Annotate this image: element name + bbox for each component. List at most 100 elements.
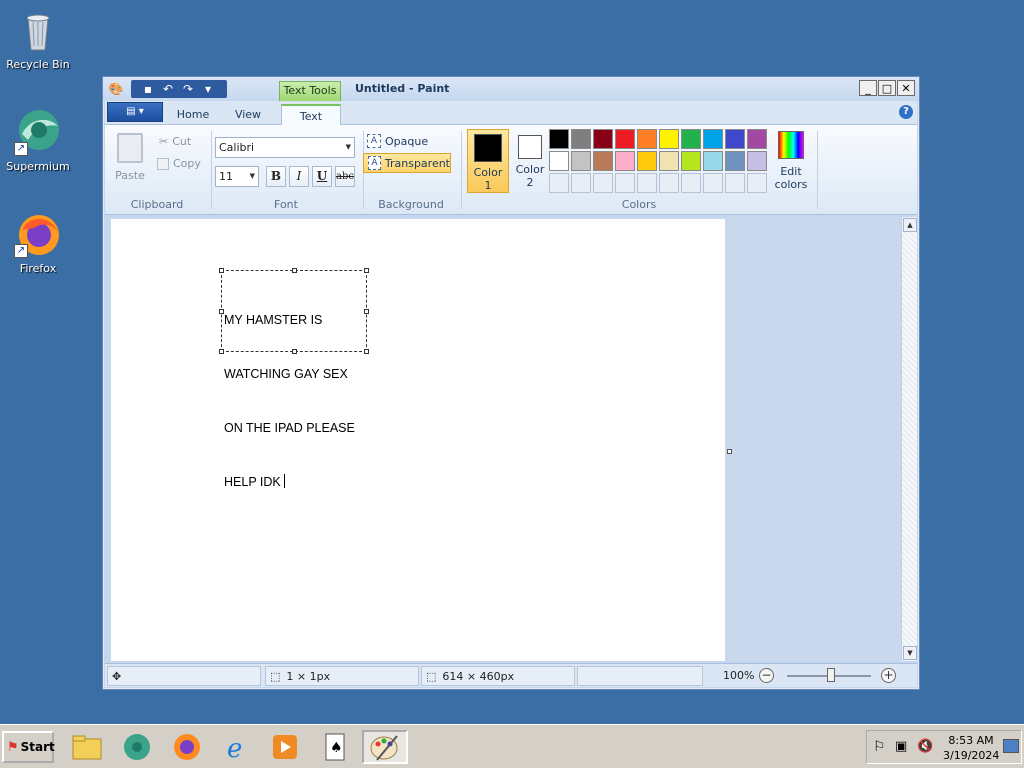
resize-handle[interactable] bbox=[219, 268, 224, 273]
scroll-up-arrow-icon[interactable]: ▲ bbox=[903, 218, 917, 232]
network-icon[interactable]: ▣ bbox=[895, 739, 907, 754]
minimize-button[interactable]: _ bbox=[859, 80, 877, 96]
canvas-size-cell: ⬚ 614 × 460px bbox=[421, 666, 575, 686]
clock-time: 8:53 AM bbox=[948, 734, 994, 747]
ribbon: Paste ✂ Cut Copy Clipboard Font Calibri … bbox=[105, 125, 917, 215]
show-desktop-icon[interactable] bbox=[1003, 739, 1019, 753]
svg-text:♠: ♠ bbox=[330, 740, 343, 756]
bold-button[interactable]: B bbox=[266, 166, 286, 187]
redo-icon[interactable]: ↷ bbox=[179, 80, 197, 98]
font-group-label: Font bbox=[274, 198, 298, 211]
italic-button[interactable]: I bbox=[289, 166, 309, 187]
resize-handle[interactable] bbox=[292, 268, 297, 273]
explorer-taskbar-icon[interactable] bbox=[70, 730, 104, 764]
resize-handle[interactable] bbox=[364, 309, 369, 314]
ribbon-tabs: ▤ ▾ Home View Text ? bbox=[105, 101, 917, 125]
selection-size: 1 × 1px bbox=[286, 669, 331, 683]
tab-view[interactable]: View bbox=[223, 104, 273, 125]
background-group-label: Background bbox=[378, 198, 444, 211]
supermium-label: Supermium bbox=[6, 160, 70, 173]
taskbar: ⚑ Start e ♠ ⚐ ▣ 🔇 8:53 AM 3/19/2024 bbox=[0, 724, 1024, 768]
volume-muted-icon[interactable]: 🔇 bbox=[917, 739, 933, 754]
selection-icon: ⬚ bbox=[270, 669, 281, 683]
tab-text[interactable]: Text bbox=[281, 104, 341, 125]
selection-size-cell: ⬚ 1 × 1px bbox=[265, 666, 419, 686]
drawing-canvas[interactable]: MY HAMSTER IS WATCHING GAY SEX ON THE IP… bbox=[111, 219, 725, 661]
system-tray: ⚐ ▣ 🔇 8:53 AM 3/19/2024 bbox=[866, 730, 1022, 764]
firefox-label: Firefox bbox=[19, 262, 57, 275]
paint-taskbar-icon[interactable] bbox=[362, 730, 408, 764]
recycle-bin-label: Recycle Bin bbox=[6, 58, 70, 71]
internet-explorer-taskbar-icon[interactable]: e bbox=[220, 730, 254, 764]
copy-label: Copy bbox=[173, 157, 201, 170]
canvas-size-icon: ⬚ bbox=[426, 669, 437, 683]
paint-menu-button[interactable]: ▤ ▾ bbox=[107, 102, 163, 122]
clipboard-group-label: Clipboard bbox=[130, 198, 184, 211]
strikethrough-button[interactable]: abc bbox=[335, 166, 355, 187]
font-size-select[interactable]: 11 ▼ bbox=[215, 166, 259, 187]
desktop-icon-supermium[interactable]: ↗ Supermium bbox=[0, 108, 76, 173]
status-bar: ✥ ⬚ 1 × 1px ⬚ 614 × 460px 100% − + bbox=[105, 663, 917, 687]
scroll-down-arrow-icon[interactable]: ▼ bbox=[903, 646, 917, 660]
underline-button[interactable]: U bbox=[312, 166, 332, 187]
text-line: ON THE IPAD PLEASE bbox=[224, 421, 355, 435]
cut-button[interactable]: ✂ Cut bbox=[159, 135, 191, 148]
zoom-slider-thumb[interactable] bbox=[827, 668, 835, 682]
firefox-taskbar-icon[interactable] bbox=[170, 730, 204, 764]
copy-icon bbox=[157, 157, 169, 170]
colors-group: Colors bbox=[461, 127, 817, 213]
vertical-scrollbar[interactable]: ▲ ▼ bbox=[901, 217, 917, 661]
text-caret bbox=[283, 474, 285, 488]
shortcut-arrow-icon: ↗ bbox=[14, 244, 28, 258]
customize-qat-icon[interactable]: ▾ bbox=[199, 80, 217, 98]
action-center-flag-icon[interactable]: ⚐ bbox=[873, 739, 886, 755]
help-icon[interactable]: ? bbox=[899, 105, 913, 119]
resize-handle[interactable] bbox=[364, 268, 369, 273]
desktop-icon-recycle-bin[interactable]: Recycle Bin bbox=[0, 6, 76, 71]
quick-access-toolbar: 🎨 ▪ ↶ ↷ ▾ bbox=[107, 80, 217, 98]
supermium-taskbar-icon[interactable] bbox=[120, 730, 154, 764]
paint-app-icon[interactable]: 🎨 bbox=[107, 80, 125, 98]
tab-home[interactable]: Home bbox=[167, 104, 219, 125]
chevron-down-icon: ▼ bbox=[345, 143, 351, 151]
save-icon[interactable]: ▪ bbox=[139, 80, 157, 98]
title-bar[interactable]: 🎨 ▪ ↶ ↷ ▾ Text Tools Untitled - Paint _ … bbox=[103, 77, 919, 101]
text-line: WATCHING GAY SEX bbox=[224, 367, 348, 381]
colors-group-label: Colors bbox=[621, 198, 657, 211]
copy-button[interactable]: Copy bbox=[157, 157, 201, 170]
font-family-select[interactable]: Calibri ▼ bbox=[215, 137, 355, 158]
canvas-size: 614 × 460px bbox=[442, 669, 515, 683]
text-box[interactable]: MY HAMSTER IS WATCHING GAY SEX ON THE IP… bbox=[219, 268, 369, 489]
clock[interactable]: 8:53 AM 3/19/2024 bbox=[943, 733, 999, 763]
separator bbox=[817, 131, 818, 209]
paste-label: Paste bbox=[115, 169, 145, 182]
window-controls: _ □ ✕ bbox=[859, 80, 915, 96]
start-button[interactable]: ⚑ Start bbox=[2, 731, 55, 763]
zoom-slider[interactable] bbox=[787, 668, 871, 682]
zoom-out-button[interactable]: − bbox=[759, 668, 774, 683]
zoom-in-button[interactable]: + bbox=[881, 668, 896, 683]
undo-icon[interactable]: ↶ bbox=[159, 80, 177, 98]
firefox-icon: ↗ bbox=[14, 210, 62, 258]
resize-handle[interactable] bbox=[364, 349, 369, 354]
cut-label: Cut bbox=[172, 135, 192, 148]
clipboard-group: Paste ✂ Cut Copy Clipboard bbox=[105, 127, 209, 213]
text-line: HELP IDK bbox=[224, 473, 355, 491]
clock-date: 3/19/2024 bbox=[943, 749, 1000, 762]
close-button[interactable]: ✕ bbox=[897, 80, 915, 96]
shortcut-arrow-icon: ↗ bbox=[14, 142, 28, 156]
text-line: MY HAMSTER IS bbox=[224, 313, 323, 327]
cursor-position-cell: ✥ bbox=[107, 666, 261, 686]
maximize-button[interactable]: □ bbox=[878, 80, 896, 96]
file-size-cell bbox=[577, 666, 703, 686]
text-box-content: MY HAMSTER IS WATCHING GAY SEX ON THE IP… bbox=[224, 275, 355, 527]
canvas-workspace: MY HAMSTER IS WATCHING GAY SEX ON THE IP… bbox=[109, 217, 901, 661]
windows-logo-icon: ⚑ bbox=[7, 739, 19, 755]
media-player-taskbar-icon[interactable] bbox=[268, 730, 302, 764]
paste-button[interactable]: Paste bbox=[113, 133, 147, 182]
solitaire-taskbar-icon[interactable]: ♠ bbox=[318, 730, 352, 764]
desktop-icon-firefox[interactable]: ↗ Firefox bbox=[0, 210, 76, 275]
canvas-resize-handle[interactable] bbox=[727, 449, 732, 454]
recycle-bin-icon bbox=[14, 6, 62, 54]
text-tools-context-tab: Text Tools bbox=[279, 81, 341, 101]
